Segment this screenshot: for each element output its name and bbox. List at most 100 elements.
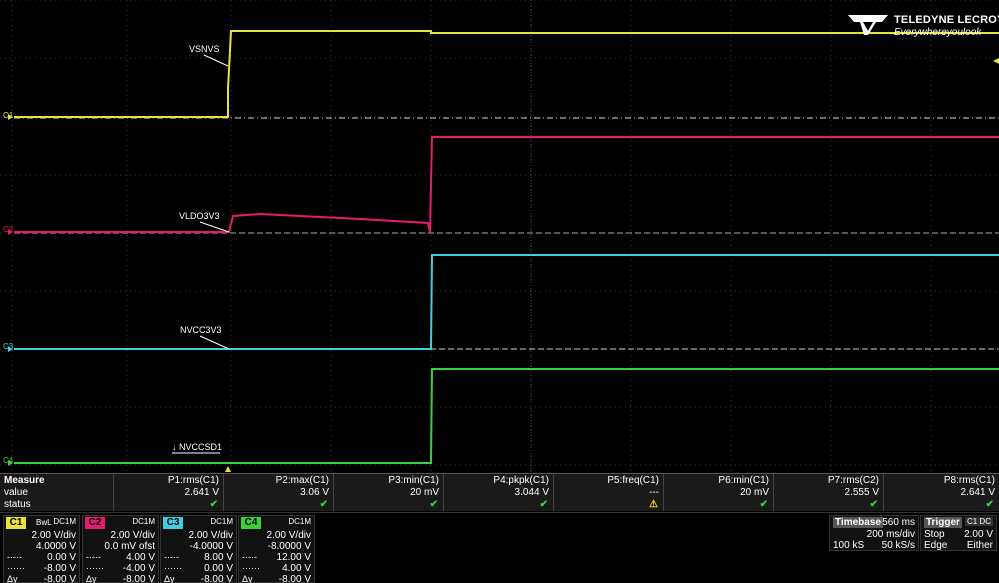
- measure-table[interactable]: Measure value status P1:rms(C1) 2.641 V …: [0, 473, 999, 511]
- channel-c4-tag[interactable]: C4: [241, 517, 261, 529]
- timebase-delay: -560 ms: [878, 517, 915, 528]
- timebase-rate: 50 kS/s: [881, 540, 915, 551]
- status-warning-icon: ⚠: [649, 499, 658, 510]
- delta-y-value: -8.00 V: [278, 574, 311, 583]
- waveform-display[interactable]: TELEDYNE LECROY Everywhereyoulook VSNVS …: [0, 0, 999, 472]
- dotted-line-icon: ······: [164, 563, 182, 573]
- channel-c2-tag[interactable]: C2: [85, 517, 105, 529]
- dotted-line-icon: ······: [242, 563, 260, 573]
- timebase-tdiv: 200 ms/div: [866, 529, 915, 540]
- trace-c4-nvccsd1: [14, 368, 999, 464]
- trace-label-vldo3v3: VLDO3V3: [179, 211, 220, 221]
- vdiv-value: 2.00 V/div: [31, 530, 76, 541]
- status-ok-icon: ✔: [209, 499, 218, 510]
- delta-y-value: -8.00 V: [200, 574, 233, 583]
- c2-offset-marker[interactable]: C2: [3, 225, 13, 234]
- c1-offset-marker[interactable]: C1: [3, 111, 13, 120]
- coupling-label: DC1M: [132, 517, 155, 526]
- dotted-line-icon: ······: [7, 563, 25, 573]
- dash-dot-icon: -·-·-: [164, 552, 179, 562]
- measure-p7[interactable]: P7:rms(C2) 2.555 V ✔: [773, 474, 883, 511]
- trace-c1-vsnvs: [14, 30, 999, 118]
- teledyne-logo-icon: [848, 15, 888, 35]
- trigger-type: Edge: [924, 540, 948, 551]
- trace-label-vsnvs: VSNVS: [189, 44, 220, 54]
- status-ok-icon: ✔: [539, 499, 548, 510]
- vdiv-value: 2.00 V/div: [266, 530, 311, 541]
- param-value: 2.641 V: [184, 487, 219, 498]
- param-name: P1:rms(C1): [167, 475, 219, 486]
- bandwidth-limit-label: BwL: [36, 518, 52, 527]
- delta-y-value: -8.00 V: [43, 574, 76, 583]
- param-name: P6:min(C1): [718, 475, 769, 486]
- param-value: 3.044 V: [514, 487, 549, 498]
- measure-p3[interactable]: P3:min(C1) 20 mV ✔: [333, 474, 443, 511]
- trigger-source: C1 DC: [964, 517, 993, 526]
- measure-p4[interactable]: P4:pkpk(C1) 3.044 V ✔: [443, 474, 553, 511]
- level-2-value: -4.00 V: [122, 563, 155, 574]
- measure-p8[interactable]: P8:rms(C1) 2.641 V ✔: [883, 474, 999, 511]
- dash-dot-icon: -·-·-: [242, 552, 257, 562]
- label-leader-nvcc3v3: [199, 335, 230, 350]
- param-value: ---: [649, 487, 659, 498]
- param-name: P3:min(C1): [388, 475, 439, 486]
- param-value: 2.641 V: [960, 487, 995, 498]
- channel-c4-descriptor[interactable]: C4 DC1M 2.00 V/div -8.0000 V -·-·- 12.00…: [238, 515, 315, 583]
- waveform-grid: [0, 0, 999, 472]
- measure-status-row-label: status: [4, 499, 31, 510]
- trace-c2-vldo3v3: [14, 136, 999, 233]
- delta-y-value: -8.00 V: [122, 574, 155, 583]
- measure-title: Measure: [4, 475, 45, 486]
- param-name: P2:max(C1): [275, 475, 329, 486]
- trigger-time-marker-icon[interactable]: [225, 466, 231, 472]
- delta-y-label: Δy: [7, 574, 18, 583]
- vdiv-value: 2.00 V/div: [188, 530, 233, 541]
- status-ok-icon: ✔: [759, 499, 768, 510]
- level-1-value: 12.00 V: [276, 552, 311, 563]
- channel-c1-tag[interactable]: C1: [6, 517, 26, 529]
- trigger-title: Trigger: [924, 517, 962, 528]
- level-1-value: 8.00 V: [204, 552, 233, 563]
- label-leader-vldo3v3: [199, 221, 230, 233]
- coupling-label: DC1M: [210, 517, 233, 526]
- label-leader-vsnvs: [203, 54, 229, 67]
- offset-value: 4.0000 V: [35, 541, 76, 552]
- channel-c2-descriptor[interactable]: C2 DC1M 2.00 V/div 0.0 mV ofst -·-·- 4.0…: [82, 515, 159, 583]
- channel-bar: C1 BwL DC1M 2.00 V/div 4.0000 V -·-·- 0.…: [0, 512, 999, 583]
- param-value: 20 mV: [740, 487, 769, 498]
- measure-p5[interactable]: P5:freq(C1) --- ⚠: [553, 474, 663, 511]
- offset-value: -8.0000 V: [267, 541, 311, 552]
- status-ok-icon: ✔: [319, 499, 328, 510]
- channel-c3-tag[interactable]: C3: [163, 517, 183, 529]
- timebase-descriptor[interactable]: Timebase -560 ms 200 ms/div 100 kS 50 kS…: [829, 515, 919, 551]
- channel-c1-descriptor[interactable]: C1 BwL DC1M 2.00 V/div 4.0000 V -·-·- 0.…: [3, 515, 80, 583]
- delta-y-label: Δy: [242, 574, 253, 583]
- measure-p1[interactable]: P1:rms(C1) 2.641 V ✔: [113, 474, 223, 511]
- param-value: 3.06 V: [300, 487, 329, 498]
- status-ok-icon: ✔: [985, 499, 994, 510]
- c3-offset-marker[interactable]: C3: [3, 342, 13, 351]
- param-value: 20 mV: [410, 487, 439, 498]
- level-2-value: 0.00 V: [204, 563, 233, 574]
- measure-p2[interactable]: P2:max(C1) 3.06 V ✔: [223, 474, 333, 511]
- dash-dot-icon: -·-·-: [86, 552, 101, 562]
- timebase-title: Timebase: [833, 517, 883, 528]
- trigger-level: 2.00 V: [964, 529, 993, 540]
- vdiv-value: 2.00 V/div: [110, 530, 155, 541]
- level-1-value: 4.00 V: [126, 552, 155, 563]
- trigger-descriptor[interactable]: Trigger C1 DC Stop 2.00 V Edge Either: [920, 515, 997, 551]
- trigger-level-marker-icon[interactable]: [993, 58, 999, 64]
- trigger-slope: Either: [966, 540, 993, 551]
- dash-dot-icon: -·-·-: [7, 552, 22, 562]
- channel-c3-descriptor[interactable]: C3 DC1M 2.00 V/div -4.0000 V -·-·- 8.00 …: [160, 515, 237, 583]
- param-name: P5:freq(C1): [607, 475, 659, 486]
- measure-p6[interactable]: P6:min(C1) 20 mV ✔: [663, 474, 773, 511]
- trace-c3-nvcc3v3: [14, 254, 999, 350]
- level-1-value: 0.00 V: [47, 552, 76, 563]
- coupling-label: DC1M: [288, 517, 311, 526]
- param-name: P8:rms(C1): [943, 475, 995, 486]
- timebase-samples: 100 kS: [833, 540, 865, 551]
- c4-offset-marker[interactable]: C4: [3, 456, 13, 465]
- param-value: 2.555 V: [844, 487, 879, 498]
- delta-y-label: Δy: [86, 574, 97, 583]
